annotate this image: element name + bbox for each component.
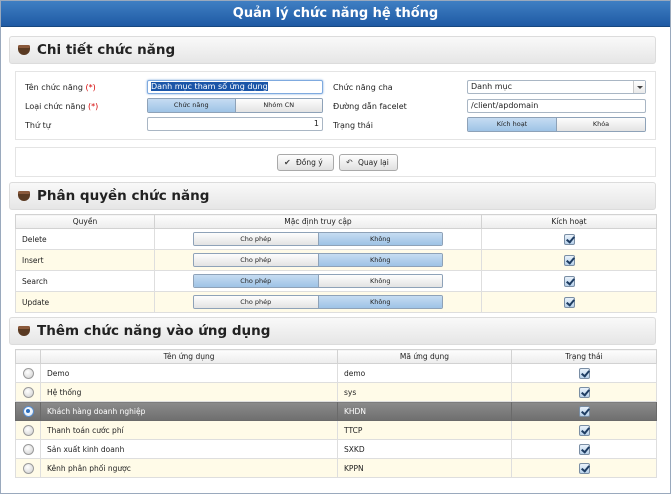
app-window: Quản lý chức năng hệ thống Chi tiết chức… bbox=[0, 0, 671, 494]
access-toggle[interactable]: Cho phép Không bbox=[193, 253, 443, 267]
app-code: sys bbox=[337, 382, 512, 402]
apps-section-title: Thêm chức năng vào ứng dụng bbox=[37, 323, 271, 339]
status-checkbox[interactable] bbox=[578, 443, 590, 455]
active-checkbox[interactable] bbox=[563, 275, 575, 287]
type-option-function[interactable]: Chức năng bbox=[148, 99, 235, 112]
status-checkbox[interactable] bbox=[578, 424, 590, 436]
status-checkbox[interactable] bbox=[578, 386, 590, 398]
access-toggle[interactable]: Cho phép Không bbox=[193, 274, 443, 288]
app-code: KPPN bbox=[337, 458, 512, 478]
access-option-allow[interactable]: Cho phép bbox=[194, 275, 318, 287]
status-checkbox[interactable] bbox=[578, 367, 590, 379]
table-row[interactable]: Delete Cho phép Không bbox=[15, 228, 657, 250]
table-row[interactable]: Demo demo bbox=[15, 363, 657, 383]
permission-name: Delete bbox=[15, 228, 155, 250]
col-active[interactable]: Kích hoạt bbox=[481, 214, 657, 229]
type-label: Loại chức năng (*) bbox=[25, 102, 99, 111]
app-code: TTCP bbox=[337, 420, 512, 440]
app-code: SXKD bbox=[337, 439, 512, 459]
row-radio[interactable] bbox=[22, 424, 34, 436]
order-input[interactable]: 1 bbox=[147, 117, 323, 131]
facelet-input[interactable]: /client/apdomain bbox=[467, 99, 646, 113]
access-option-deny[interactable]: Không bbox=[317, 233, 442, 245]
row-radio[interactable] bbox=[22, 367, 34, 379]
row-radio[interactable] bbox=[22, 405, 34, 417]
app-code: demo bbox=[337, 363, 512, 383]
table-row[interactable]: Hệ thống sys bbox=[15, 382, 657, 402]
row-radio[interactable] bbox=[22, 386, 34, 398]
col-app-status[interactable]: Trạng thái bbox=[511, 349, 657, 364]
check-icon: ✔ bbox=[284, 158, 291, 167]
coffee-cup-icon bbox=[18, 190, 32, 202]
table-row[interactable]: Kênh phân phối ngược KPPN bbox=[15, 458, 657, 478]
parent-select[interactable]: Danh mục bbox=[467, 80, 646, 94]
type-option-group[interactable]: Nhóm CN bbox=[234, 99, 322, 112]
row-radio[interactable] bbox=[22, 462, 34, 474]
status-checkbox[interactable] bbox=[578, 462, 590, 474]
status-option-active[interactable]: Kích hoạt bbox=[468, 118, 556, 131]
app-name: Khách hàng doanh nghiệp bbox=[40, 401, 338, 421]
permission-name: Search bbox=[15, 270, 155, 292]
facelet-label: Đường dẫn facelet bbox=[333, 102, 407, 111]
col-permission[interactable]: Quyền bbox=[15, 214, 155, 229]
coffee-cup-icon bbox=[18, 325, 32, 337]
permissions-section-header: Phân quyền chức năng bbox=[9, 182, 656, 210]
access-toggle[interactable]: Cho phép Không bbox=[193, 295, 443, 309]
table-row[interactable]: Insert Cho phép Không bbox=[15, 249, 657, 271]
status-toggle[interactable]: Kích hoạt Khóa bbox=[467, 117, 646, 132]
access-option-deny[interactable]: Không bbox=[317, 296, 442, 308]
type-toggle[interactable]: Chức năng Nhóm CN bbox=[147, 98, 323, 113]
active-checkbox[interactable] bbox=[563, 296, 575, 308]
col-app-code[interactable]: Mã ứng dụng bbox=[337, 349, 512, 364]
access-option-deny[interactable]: Không bbox=[317, 275, 442, 287]
back-button[interactable]: ↶ Quay lại bbox=[339, 154, 398, 171]
permission-name: Update bbox=[15, 291, 155, 313]
status-checkbox[interactable] bbox=[578, 405, 590, 417]
name-label: Tên chức năng (*) bbox=[25, 83, 96, 92]
back-arrow-icon: ↶ bbox=[346, 158, 353, 167]
row-radio[interactable] bbox=[22, 443, 34, 455]
access-toggle[interactable]: Cho phép Không bbox=[193, 232, 443, 246]
table-row[interactable]: Khách hàng doanh nghiệp KHDN bbox=[15, 401, 657, 421]
status-label: Trạng thái bbox=[333, 121, 373, 130]
table-row[interactable]: Search Cho phép Không bbox=[15, 270, 657, 292]
name-input[interactable]: Danh mục tham số ứng dụng bbox=[147, 80, 323, 94]
active-checkbox[interactable] bbox=[563, 254, 575, 266]
coffee-cup-icon bbox=[18, 44, 32, 56]
window-title: Quản lý chức năng hệ thống bbox=[1, 1, 670, 27]
app-name: Thanh toán cước phí bbox=[40, 420, 338, 440]
permission-name: Insert bbox=[15, 249, 155, 271]
permissions-table: Quyền Mặc định truy cập Kích hoạt Delete… bbox=[15, 214, 657, 313]
detail-section-header: Chi tiết chức năng bbox=[9, 36, 656, 64]
app-name: Kênh phân phối ngược bbox=[40, 458, 338, 478]
detail-section-title: Chi tiết chức năng bbox=[37, 42, 176, 58]
table-row[interactable]: Thanh toán cước phí TTCP bbox=[15, 420, 657, 440]
ok-button[interactable]: ✔ Đồng ý bbox=[277, 154, 334, 171]
detail-form: Tên chức năng (*) Danh mục tham số ứng d… bbox=[15, 71, 656, 140]
chevron-down-icon[interactable] bbox=[633, 81, 645, 93]
access-option-allow[interactable]: Cho phép bbox=[194, 254, 318, 266]
parent-label: Chức năng cha bbox=[333, 83, 393, 92]
app-name: Demo bbox=[40, 363, 338, 383]
order-label: Thứ tự bbox=[25, 121, 51, 130]
action-bar: ✔ Đồng ý ↶ Quay lại bbox=[15, 147, 656, 177]
app-code: KHDN bbox=[337, 401, 512, 421]
table-row[interactable]: Update Cho phép Không bbox=[15, 291, 657, 313]
access-option-allow[interactable]: Cho phép bbox=[194, 233, 318, 245]
status-option-locked[interactable]: Khóa bbox=[556, 118, 645, 131]
app-name: Hệ thống bbox=[40, 382, 338, 402]
col-app-name[interactable]: Tên ứng dụng bbox=[40, 349, 338, 364]
apps-section-header: Thêm chức năng vào ứng dụng bbox=[9, 317, 656, 345]
access-option-allow[interactable]: Cho phép bbox=[194, 296, 318, 308]
app-name: Sản xuất kinh doanh bbox=[40, 439, 338, 459]
access-option-deny[interactable]: Không bbox=[317, 254, 442, 266]
table-row[interactable]: Sản xuất kinh doanh SXKD bbox=[15, 439, 657, 459]
col-default-access[interactable]: Mặc định truy cập bbox=[154, 214, 482, 229]
permissions-section-title: Phân quyền chức năng bbox=[37, 188, 210, 204]
col-select bbox=[15, 349, 41, 364]
active-checkbox[interactable] bbox=[563, 233, 575, 245]
apps-table: Tên ứng dụng Mã ứng dụng Trạng thái Demo… bbox=[15, 349, 657, 478]
